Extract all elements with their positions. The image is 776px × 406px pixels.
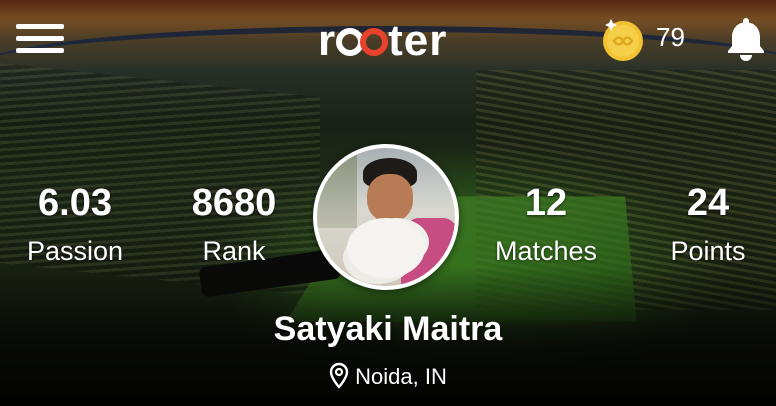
profile-location: Noida, IN [0, 362, 776, 390]
location-text: Noida, IN [355, 364, 447, 389]
stat-rank: 8680 Rank [176, 182, 292, 268]
logo-text-r: r [318, 16, 337, 65]
location-pin-icon [329, 362, 349, 389]
hamburger-menu-icon[interactable] [16, 22, 64, 56]
coin-count: 79 [656, 22, 685, 52]
stat-value: 6.03 [38, 182, 112, 224]
logo-text-ter: ter [388, 16, 448, 65]
stat-matches[interactable]: 12 Matches [484, 182, 608, 268]
profile-photo [317, 148, 455, 286]
stat-label: Rank [202, 236, 266, 266]
bell-icon[interactable] [726, 14, 766, 62]
stat-label: Passion [26, 236, 124, 266]
stat-label: Matches [494, 236, 598, 266]
coin-icon[interactable] [599, 15, 647, 63]
avatar[interactable] [313, 144, 459, 290]
stat-points[interactable]: 24 Points [656, 182, 760, 268]
rooter-logo: r ter [318, 16, 447, 66]
stat-passion: 6.03 Passion [20, 182, 130, 268]
profile-name: Satyaki Maitra [273, 310, 503, 348]
stat-value: 8680 [191, 182, 277, 224]
stat-label: Points [670, 236, 746, 266]
profile-screen: r ter 79 6.03 Passion 8680 Rank 12 Match… [0, 0, 776, 406]
stat-value: 12 [524, 182, 568, 224]
logo-infinity-icon [336, 28, 389, 56]
stat-value: 24 [686, 182, 730, 224]
